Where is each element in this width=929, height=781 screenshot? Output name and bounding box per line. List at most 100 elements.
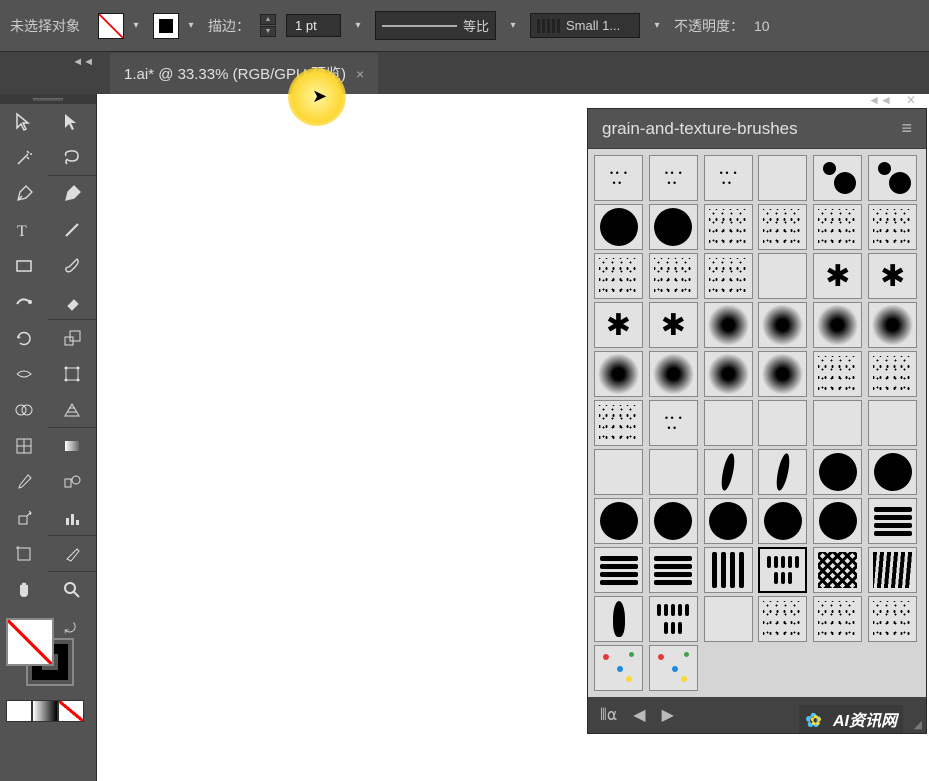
tools-collapse-icon[interactable]: ◄◄ — [68, 52, 98, 72]
fill-stroke-indicator[interactable]: ⤾ — [6, 618, 90, 690]
brush-item[interactable] — [704, 351, 753, 397]
brush-item[interactable] — [649, 449, 698, 495]
curvature-tool[interactable] — [48, 176, 96, 212]
type-tool[interactable]: T — [0, 212, 48, 248]
lasso-tool[interactable] — [48, 140, 96, 176]
brush-item[interactable] — [649, 596, 698, 642]
opacity-value[interactable]: 10 — [754, 18, 770, 34]
rectangle-tool[interactable] — [0, 248, 48, 284]
profile-dropdown[interactable] — [506, 13, 520, 39]
brush-item[interactable] — [594, 547, 643, 593]
document-tab[interactable]: 1.ai* @ 33.33% (RGB/GPU 预览) × — [110, 53, 378, 94]
brush-item-selected[interactable] — [758, 547, 807, 593]
brush-item[interactable] — [649, 498, 698, 544]
panel-grip[interactable] — [0, 94, 96, 104]
brush-item[interactable] — [758, 449, 807, 495]
stroke-weight-input[interactable]: 1 pt — [286, 14, 341, 37]
shape-builder-tool[interactable] — [0, 392, 48, 428]
line-segment-tool[interactable] — [48, 212, 96, 248]
rotate-tool[interactable] — [0, 320, 48, 356]
brush-item[interactable] — [813, 400, 862, 446]
brush-item[interactable] — [813, 302, 862, 348]
fill-indicator[interactable] — [6, 618, 54, 666]
brush-item[interactable] — [758, 351, 807, 397]
brush-item[interactable] — [594, 155, 643, 201]
brush-item[interactable] — [868, 449, 917, 495]
panel-menu-icon[interactable] — [901, 118, 912, 139]
brush-item[interactable] — [758, 596, 807, 642]
brush-item[interactable] — [594, 302, 643, 348]
stepper-up-icon[interactable]: ▲ — [260, 14, 276, 25]
brush-libraries-icon[interactable]: ⫴⍺ — [600, 705, 617, 725]
tab-close-icon[interactable]: × — [356, 66, 364, 82]
brush-item[interactable] — [813, 498, 862, 544]
brush-item[interactable] — [758, 204, 807, 250]
brush-item[interactable] — [813, 351, 862, 397]
none-mode[interactable] — [58, 700, 84, 722]
brush-item[interactable] — [649, 253, 698, 299]
brush-item[interactable] — [649, 302, 698, 348]
blend-tool[interactable] — [48, 464, 96, 500]
zoom-tool[interactable] — [48, 572, 96, 608]
brush-item[interactable] — [813, 449, 862, 495]
brush-item[interactable] — [649, 400, 698, 446]
column-graph-tool[interactable] — [48, 500, 96, 536]
brush-item[interactable] — [868, 204, 917, 250]
brush-item[interactable] — [594, 596, 643, 642]
color-mode[interactable] — [6, 700, 32, 722]
gradient-tool[interactable] — [48, 428, 96, 464]
pen-tool[interactable] — [0, 176, 48, 212]
brush-item[interactable] — [868, 596, 917, 642]
panel-resize-grip[interactable]: ◢ — [914, 718, 922, 731]
brush-item[interactable] — [758, 302, 807, 348]
brush-item[interactable] — [758, 253, 807, 299]
brush-item[interactable] — [758, 155, 807, 201]
brush-item[interactable] — [704, 155, 753, 201]
brush-dropdown[interactable] — [650, 13, 664, 39]
stroke-weight-dropdown[interactable] — [351, 13, 365, 39]
brush-item[interactable] — [704, 449, 753, 495]
brush-item[interactable] — [704, 400, 753, 446]
brush-item[interactable] — [758, 498, 807, 544]
brush-item[interactable] — [594, 645, 643, 691]
brush-item[interactable] — [594, 204, 643, 250]
direct-selection-tool[interactable] — [48, 104, 96, 140]
gradient-mode[interactable] — [32, 700, 58, 722]
brush-item[interactable] — [813, 547, 862, 593]
mesh-tool[interactable] — [0, 428, 48, 464]
brush-item[interactable] — [758, 400, 807, 446]
brush-item[interactable] — [813, 155, 862, 201]
brush-item[interactable] — [868, 351, 917, 397]
brush-item[interactable] — [868, 547, 917, 593]
stroke-swatch[interactable] — [153, 13, 179, 39]
free-transform-tool[interactable] — [48, 356, 96, 392]
eyedropper-tool[interactable] — [0, 464, 48, 500]
brush-item[interactable] — [868, 400, 917, 446]
stroke-weight-stepper[interactable]: ▲ ▼ — [260, 14, 276, 37]
brush-definition[interactable]: Small 1... — [530, 13, 640, 38]
shaper-tool[interactable] — [0, 284, 48, 320]
swap-fill-stroke-icon[interactable]: ⤾ — [64, 620, 76, 637]
panel-collapse-icon[interactable]: ◄◄ — [864, 91, 896, 109]
stroke-dropdown[interactable] — [184, 13, 198, 39]
brush-item[interactable] — [704, 253, 753, 299]
stepper-down-icon[interactable]: ▼ — [260, 26, 276, 37]
width-tool[interactable] — [0, 356, 48, 392]
brush-item[interactable] — [813, 204, 862, 250]
fill-swatch[interactable] — [98, 13, 124, 39]
prev-brush-icon[interactable]: ◀ — [633, 705, 645, 725]
slice-tool[interactable] — [48, 536, 96, 572]
paintbrush-tool[interactable] — [48, 248, 96, 284]
panel-close-icon[interactable]: ✕ — [902, 91, 920, 109]
brush-item[interactable] — [594, 449, 643, 495]
symbol-sprayer-tool[interactable] — [0, 500, 48, 536]
variable-width-profile[interactable]: 等比 — [375, 11, 496, 40]
brush-item[interactable] — [704, 302, 753, 348]
fill-dropdown[interactable] — [129, 13, 143, 39]
hand-tool[interactable] — [0, 572, 48, 608]
next-brush-icon[interactable]: ▶ — [662, 705, 674, 725]
brush-item[interactable] — [594, 253, 643, 299]
brush-item[interactable] — [868, 155, 917, 201]
brush-item[interactable] — [868, 253, 917, 299]
brush-item[interactable] — [649, 547, 698, 593]
